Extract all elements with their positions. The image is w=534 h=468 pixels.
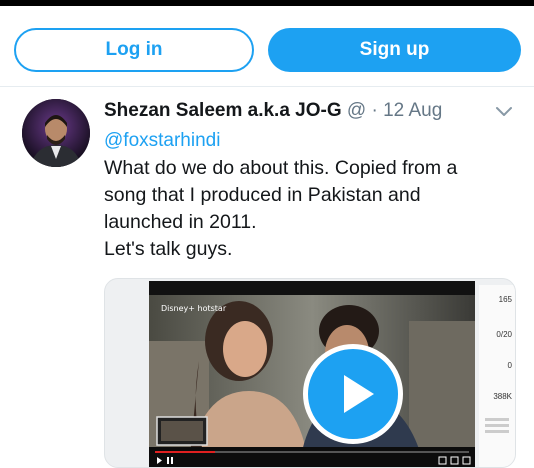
video-card[interactable]: Disney+ hotstar 165 0/20 0 388K bbox=[104, 278, 516, 468]
tweet-text-line: Let's talk guys. bbox=[104, 238, 233, 260]
author-handle[interactable]: @ bbox=[347, 100, 366, 121]
side-panel-filler bbox=[479, 401, 515, 433]
header-separator: · bbox=[371, 100, 378, 121]
tweet-text: What do we do about this. Copied from a … bbox=[104, 155, 524, 263]
stat-value: 0/20 bbox=[496, 330, 512, 339]
stat-value: 388K bbox=[493, 392, 512, 401]
mention-link[interactable]: @foxstarhindi bbox=[104, 130, 220, 152]
stat-value: 165 bbox=[498, 295, 512, 304]
auth-bar: Log in Sign up bbox=[0, 6, 534, 87]
avatar[interactable] bbox=[22, 99, 90, 167]
author-name[interactable]: Shezan Saleem a.k.a JO-G bbox=[104, 100, 342, 121]
stat-value: 0 bbox=[507, 361, 512, 370]
signup-button[interactable]: Sign up bbox=[268, 28, 521, 72]
play-icon bbox=[344, 375, 374, 413]
tweet-date[interactable]: 12 Aug bbox=[383, 100, 442, 121]
video-thumbnail[interactable]: Disney+ hotstar bbox=[149, 281, 475, 467]
video-brand-logo: Disney+ hotstar bbox=[161, 304, 227, 313]
play-button[interactable] bbox=[303, 344, 403, 444]
avatar-image bbox=[22, 99, 90, 167]
tweet-text-line: launched in 2011. bbox=[104, 211, 257, 233]
video-side-panel: 165 0/20 0 388K bbox=[479, 285, 515, 467]
tweet-text-line: What do we do about this. Copied from a bbox=[104, 157, 458, 179]
tweet-text-line: song that I produced in Pakistan and bbox=[104, 184, 421, 206]
chevron-down-icon[interactable] bbox=[494, 104, 514, 120]
tweet-header: Shezan Saleem a.k.a JO-G @ · 12 Aug bbox=[104, 100, 442, 122]
login-button[interactable]: Log in bbox=[14, 28, 254, 72]
